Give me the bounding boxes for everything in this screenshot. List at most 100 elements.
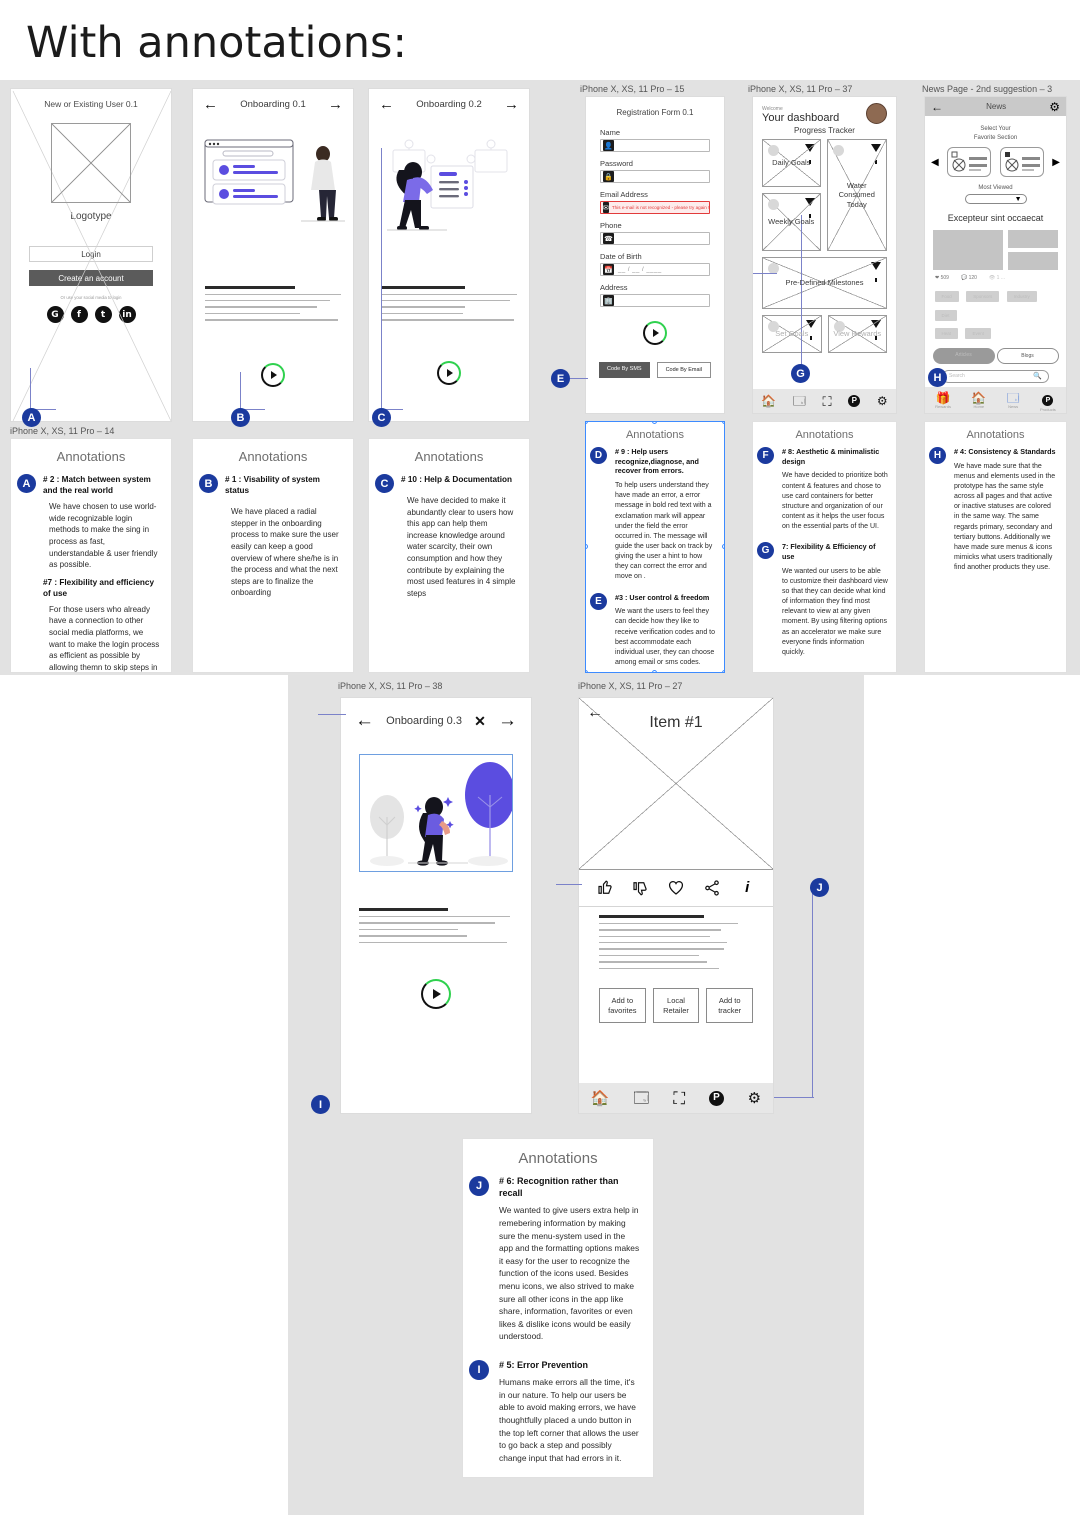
toggle-blogs[interactable]: Blogs bbox=[996, 347, 1059, 364]
back-arrow-icon[interactable]: ← bbox=[931, 101, 943, 113]
stepper-play-button[interactable] bbox=[437, 360, 461, 385]
code-by-email-button[interactable]: Code By Email bbox=[656, 362, 711, 378]
dashboard-card-set-goals[interactable]: Set Goals bbox=[762, 315, 822, 353]
tag-item[interactable]: Event bbox=[965, 328, 991, 339]
annotation-e-heading: #3 : User control & freedom bbox=[615, 592, 710, 602]
dashboard-card-weekly-goals[interactable]: Weekly Goals bbox=[762, 193, 821, 251]
annotations-card-c: Annotations C # 10 : Help & Documentatio… bbox=[368, 438, 530, 673]
text-line bbox=[599, 941, 727, 944]
settings-icon[interactable]: ⚙ bbox=[1049, 100, 1060, 114]
tag-item[interactable]: Industry bbox=[1006, 291, 1037, 302]
item-frame: ← Item #1 i Add to favorites Local Retai… bbox=[578, 697, 774, 1114]
next-arrow-icon[interactable]: → bbox=[504, 97, 519, 112]
news-image-large[interactable] bbox=[933, 230, 1003, 270]
home-icon[interactable]: 🏠 bbox=[591, 1091, 610, 1106]
most-viewed-dropdown[interactable]: ▼ bbox=[964, 194, 1027, 204]
lock-icon: 🔒 bbox=[603, 171, 614, 182]
section-card-1[interactable] bbox=[947, 147, 992, 177]
nav-home[interactable]: 🏠 Home bbox=[971, 392, 986, 409]
address-input[interactable]: 🏢 bbox=[600, 294, 710, 307]
back-arrow-icon[interactable]: ← bbox=[203, 97, 218, 112]
tag-item[interactable]: Sponsors bbox=[966, 291, 1000, 302]
text-line bbox=[599, 954, 700, 957]
name-input[interactable]: 👤 bbox=[600, 139, 710, 152]
onboarding3-title: Onboarding 0.3 bbox=[386, 714, 462, 727]
tag-item[interactable]: Heat bbox=[934, 328, 959, 339]
news-image-small-1[interactable] bbox=[1008, 230, 1058, 248]
news-image-small-2[interactable] bbox=[1008, 252, 1058, 270]
scan-icon[interactable]: ⛶ bbox=[673, 1090, 685, 1107]
pin-e[interactable]: E bbox=[551, 369, 570, 388]
badge-i: I bbox=[469, 1359, 489, 1380]
thumbs-up-icon[interactable] bbox=[596, 879, 614, 897]
heart-icon[interactable] bbox=[667, 879, 685, 897]
tag-item[interactable]: Diet bbox=[934, 309, 957, 321]
dashboard-card-daily-goals[interactable]: Daily Goals bbox=[762, 139, 821, 187]
scan-icon[interactable]: ⛶ bbox=[823, 395, 832, 408]
home-icon[interactable]: 🏠 bbox=[761, 395, 776, 407]
onboarding3-frame: ← Onboarding 0.3 ✕ → bbox=[340, 697, 532, 1114]
products-icon[interactable]: P bbox=[848, 395, 861, 407]
phone-icon: ☎ bbox=[603, 233, 614, 244]
code-by-sms-button[interactable]: Code By SMS bbox=[599, 362, 650, 378]
person-icon: 👤 bbox=[603, 140, 614, 151]
settings-icon[interactable]: ⚙ bbox=[748, 1091, 761, 1106]
annotation-g: G 7: Flexibility & Efficiency of use We … bbox=[753, 542, 896, 658]
nav-news[interactable]: 🗔 News bbox=[1007, 392, 1020, 409]
card-label: Pre-Defined Milestones bbox=[785, 278, 864, 288]
thumbs-down-icon[interactable] bbox=[631, 879, 649, 897]
stepper-play-button[interactable] bbox=[421, 978, 451, 1009]
dashboard-card-view-rewards[interactable]: View Rewards bbox=[827, 315, 887, 353]
pin-b[interactable]: B bbox=[231, 408, 250, 427]
text-line-heading bbox=[359, 908, 449, 911]
annotation-b: B # 1 : Visability of system status We h… bbox=[193, 474, 353, 599]
dashboard-card-milestones[interactable]: Pre-Defined Milestones bbox=[762, 257, 887, 309]
news-icon[interactable]: 🗔 bbox=[793, 395, 806, 407]
settings-icon[interactable]: ⚙ bbox=[877, 395, 888, 407]
carousel-next-icon[interactable]: ▶ bbox=[1052, 157, 1060, 168]
news-icon[interactable]: 🗔 bbox=[633, 1091, 649, 1106]
products-icon[interactable]: P bbox=[708, 1090, 724, 1106]
stepper-play-button[interactable] bbox=[643, 321, 667, 345]
pin-c[interactable]: C bbox=[372, 408, 391, 427]
onboarding3-illustration bbox=[359, 754, 513, 872]
next-arrow-icon[interactable]: → bbox=[328, 97, 343, 112]
phone-input[interactable]: ☎ bbox=[600, 232, 710, 245]
dob-input[interactable]: 📅 __ / __ / ____ bbox=[600, 263, 710, 276]
back-arrow-icon[interactable]: ← bbox=[379, 97, 394, 112]
text-line bbox=[599, 935, 710, 937]
local-retailer-button[interactable]: Local Retailer bbox=[652, 987, 700, 1024]
toggle-articles[interactable]: Articles bbox=[932, 347, 995, 364]
nav-products[interactable]: P Products bbox=[1040, 389, 1056, 412]
text-line bbox=[359, 928, 458, 931]
add-to-tracker-button[interactable]: Add to tracker bbox=[706, 987, 754, 1024]
back-arrow-icon[interactable]: ← bbox=[355, 711, 374, 730]
pin-g[interactable]: G bbox=[791, 364, 810, 383]
share-icon[interactable] bbox=[703, 879, 721, 897]
info-icon[interactable]: i bbox=[738, 879, 756, 897]
pin-i[interactable]: I bbox=[311, 1095, 330, 1114]
add-to-favorites-button[interactable]: Add to favorites bbox=[599, 987, 646, 1024]
email-input[interactable]: ✉ This e-mail is not recognized - please… bbox=[600, 201, 710, 214]
tag-item[interactable]: Food bbox=[934, 291, 959, 302]
pin-h[interactable]: H bbox=[928, 368, 947, 387]
pin-a[interactable]: A bbox=[22, 408, 41, 427]
item-image-placeholder[interactable]: ← Item #1 bbox=[579, 698, 773, 870]
annotation-g-heading: 7: Flexibility & Efficiency of use bbox=[782, 542, 876, 561]
annotation-i: I # 5: Error Prevention Humans make erro… bbox=[463, 1359, 653, 1464]
avatar[interactable] bbox=[866, 103, 887, 124]
dashboard-card-water-consumed[interactable]: Water Consumed Today bbox=[826, 139, 887, 251]
annotations-card-fg: Annotations F # 8: Aesthetic & minimalis… bbox=[752, 421, 897, 673]
close-icon[interactable]: ✕ bbox=[474, 714, 486, 728]
carousel-prev-icon[interactable]: ◀ bbox=[931, 157, 939, 168]
next-arrow-icon[interactable]: → bbox=[498, 711, 517, 730]
field-label-dob: Date of Birth bbox=[600, 252, 642, 261]
pin-j[interactable]: J bbox=[810, 878, 829, 897]
nav-rewards[interactable]: 🎁 Rewards bbox=[935, 392, 951, 409]
connector-g bbox=[801, 215, 802, 367]
section-card-2[interactable] bbox=[999, 147, 1044, 177]
annotation-f: F # 8: Aesthetic & minimalistic design W… bbox=[753, 447, 896, 532]
search-input[interactable]: Search 🔍 bbox=[942, 369, 1049, 383]
likes-stat: ❤ 509 bbox=[935, 275, 949, 281]
password-input[interactable]: 🔒 bbox=[600, 170, 710, 183]
